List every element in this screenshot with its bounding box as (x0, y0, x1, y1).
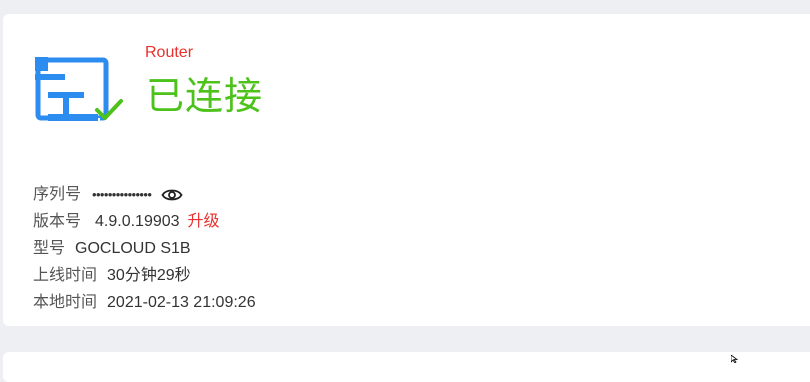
eye-icon[interactable] (161, 187, 183, 203)
local-time-label: 本地时间 (33, 294, 98, 311)
local-time-value: 2021-02-13 21:09:26 (107, 294, 256, 311)
local-time-row: 本地时间 2021-02-13 21:09:26 (33, 289, 256, 316)
mouse-cursor-icon (731, 355, 739, 363)
serial-label: 序列号 (33, 186, 82, 203)
device-info-list: 序列号 ••••••••••••••• 版本号 4.9.0.19903 升级 型… (33, 181, 256, 316)
uptime-row: 上线时间 30分钟29秒 (33, 262, 256, 289)
version-value: 4.9.0.19903 (95, 213, 180, 230)
router-connected-icon (35, 57, 123, 127)
connection-status: 已连接 (146, 76, 264, 118)
uptime-label: 上线时间 (33, 267, 98, 284)
upgrade-link[interactable]: 升级 (188, 208, 220, 235)
serial-row: 序列号 ••••••••••••••• (33, 181, 256, 208)
uptime-value: 30分钟29秒 (107, 267, 191, 284)
next-card (3, 352, 810, 382)
device-name: Router (145, 44, 194, 61)
device-status-card: Router 已连接 序列号 ••••••••••••••• 版本号 4.9.0… (3, 14, 810, 326)
serial-value: ••••••••••••••• (92, 187, 152, 202)
version-row: 版本号 4.9.0.19903 升级 (33, 208, 256, 235)
model-row: 型号 GOCLOUD S1B (33, 235, 256, 262)
model-value: GOCLOUD S1B (75, 240, 191, 257)
version-label: 版本号 (33, 213, 82, 230)
model-label: 型号 (33, 240, 66, 257)
